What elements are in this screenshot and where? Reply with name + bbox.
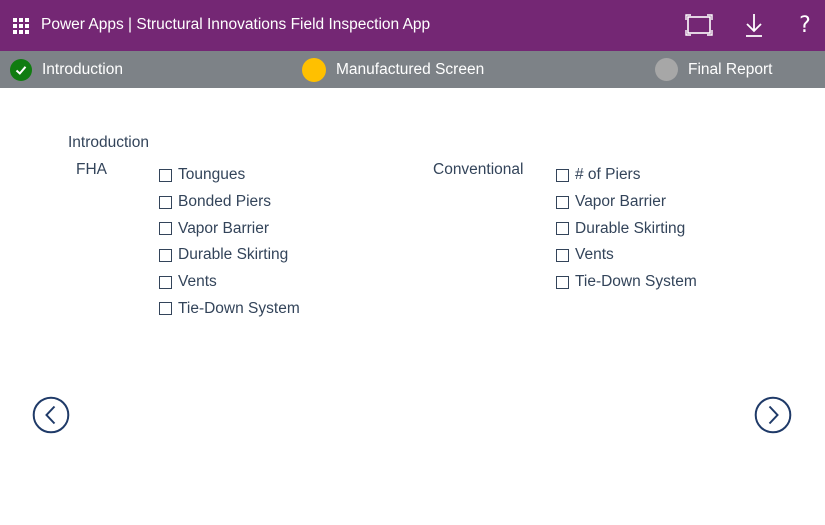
- step-label: Introduction: [42, 60, 123, 78]
- checkbox-label: Vapor Barrier: [178, 219, 270, 237]
- checkbox-icon[interactable]: [159, 248, 172, 262]
- checkbox-icon[interactable]: [159, 195, 172, 209]
- checkbox-label: Vapor Barrier: [575, 193, 667, 211]
- checkbox-durable-skirting[interactable]: Durable Skirting: [159, 242, 300, 269]
- checkbox-label: Tie-Down System: [178, 299, 300, 317]
- checkbox-durable-skirting[interactable]: Durable Skirting: [556, 215, 697, 242]
- fha-checklist: Toungues Bonded Piers Vapor Barrier Dura…: [159, 162, 300, 322]
- checkbox-tie-down-system[interactable]: Tie-Down System: [159, 295, 300, 322]
- step-label: Manufactured Screen: [336, 60, 485, 78]
- checkbox-tie-down-system[interactable]: Tie-Down System: [556, 269, 697, 296]
- conventional-checklist: # of Piers Vapor Barrier Durable Skirtin…: [556, 162, 697, 295]
- checkmark-icon: [10, 58, 32, 81]
- current-step-dot-icon: [302, 57, 326, 82]
- waffle-icon[interactable]: [13, 18, 29, 34]
- checkbox-vapor-barrier[interactable]: Vapor Barrier: [556, 189, 697, 216]
- checkbox-icon[interactable]: [556, 222, 569, 236]
- pending-step-dot-icon: [655, 58, 678, 81]
- checkbox-vapor-barrier[interactable]: Vapor Barrier: [159, 215, 300, 242]
- checkbox-vents[interactable]: Vents: [159, 269, 300, 296]
- step-final-report[interactable]: Final Report: [655, 51, 772, 88]
- download-icon[interactable]: [742, 11, 766, 39]
- step-label: Final Report: [688, 60, 773, 78]
- checkbox-number-of-piers[interactable]: # of Piers: [556, 162, 697, 189]
- chevron-right-circle-icon: [754, 396, 792, 434]
- section-title: Introduction: [68, 134, 149, 151]
- step-introduction[interactable]: Introduction: [10, 51, 123, 88]
- checkbox-label: Durable Skirting: [178, 246, 289, 264]
- checkbox-label: Vents: [575, 246, 614, 264]
- checkbox-label: Durable Skirting: [575, 219, 686, 237]
- next-button[interactable]: [754, 396, 792, 434]
- group-label-fha: FHA: [76, 161, 107, 178]
- checkbox-icon[interactable]: [556, 195, 569, 209]
- group-label-conventional: Conventional: [433, 161, 524, 178]
- checkbox-label: # of Piers: [575, 166, 641, 184]
- progress-stepper: Introduction Manufactured Screen Final R…: [0, 51, 825, 88]
- chevron-left-circle-icon: [32, 396, 70, 434]
- checkbox-vents[interactable]: Vents: [556, 242, 697, 269]
- app-header: Power Apps | Structural Innovations Fiel…: [0, 0, 825, 51]
- checkbox-label: Bonded Piers: [178, 193, 272, 211]
- fit-to-window-icon[interactable]: [685, 11, 713, 39]
- checkbox-label: Toungues: [178, 166, 246, 184]
- checkbox-label: Tie-Down System: [575, 273, 697, 291]
- checkbox-icon[interactable]: [159, 275, 172, 289]
- checkbox-icon[interactable]: [159, 302, 172, 316]
- back-button[interactable]: [32, 396, 70, 434]
- checkbox-icon[interactable]: [159, 168, 172, 182]
- checkbox-label: Vents: [178, 273, 217, 291]
- checkbox-icon[interactable]: [556, 275, 569, 289]
- help-icon[interactable]: ?: [796, 12, 814, 40]
- checkbox-toungues[interactable]: Toungues: [159, 162, 300, 189]
- checkbox-bonded-piers[interactable]: Bonded Piers: [159, 189, 300, 216]
- app-title: Power Apps | Structural Innovations Fiel…: [41, 16, 431, 33]
- checkbox-icon[interactable]: [556, 248, 569, 262]
- checkbox-icon[interactable]: [159, 222, 172, 236]
- checkbox-icon[interactable]: [556, 168, 569, 182]
- step-manufactured-screen[interactable]: Manufactured Screen: [302, 51, 484, 88]
